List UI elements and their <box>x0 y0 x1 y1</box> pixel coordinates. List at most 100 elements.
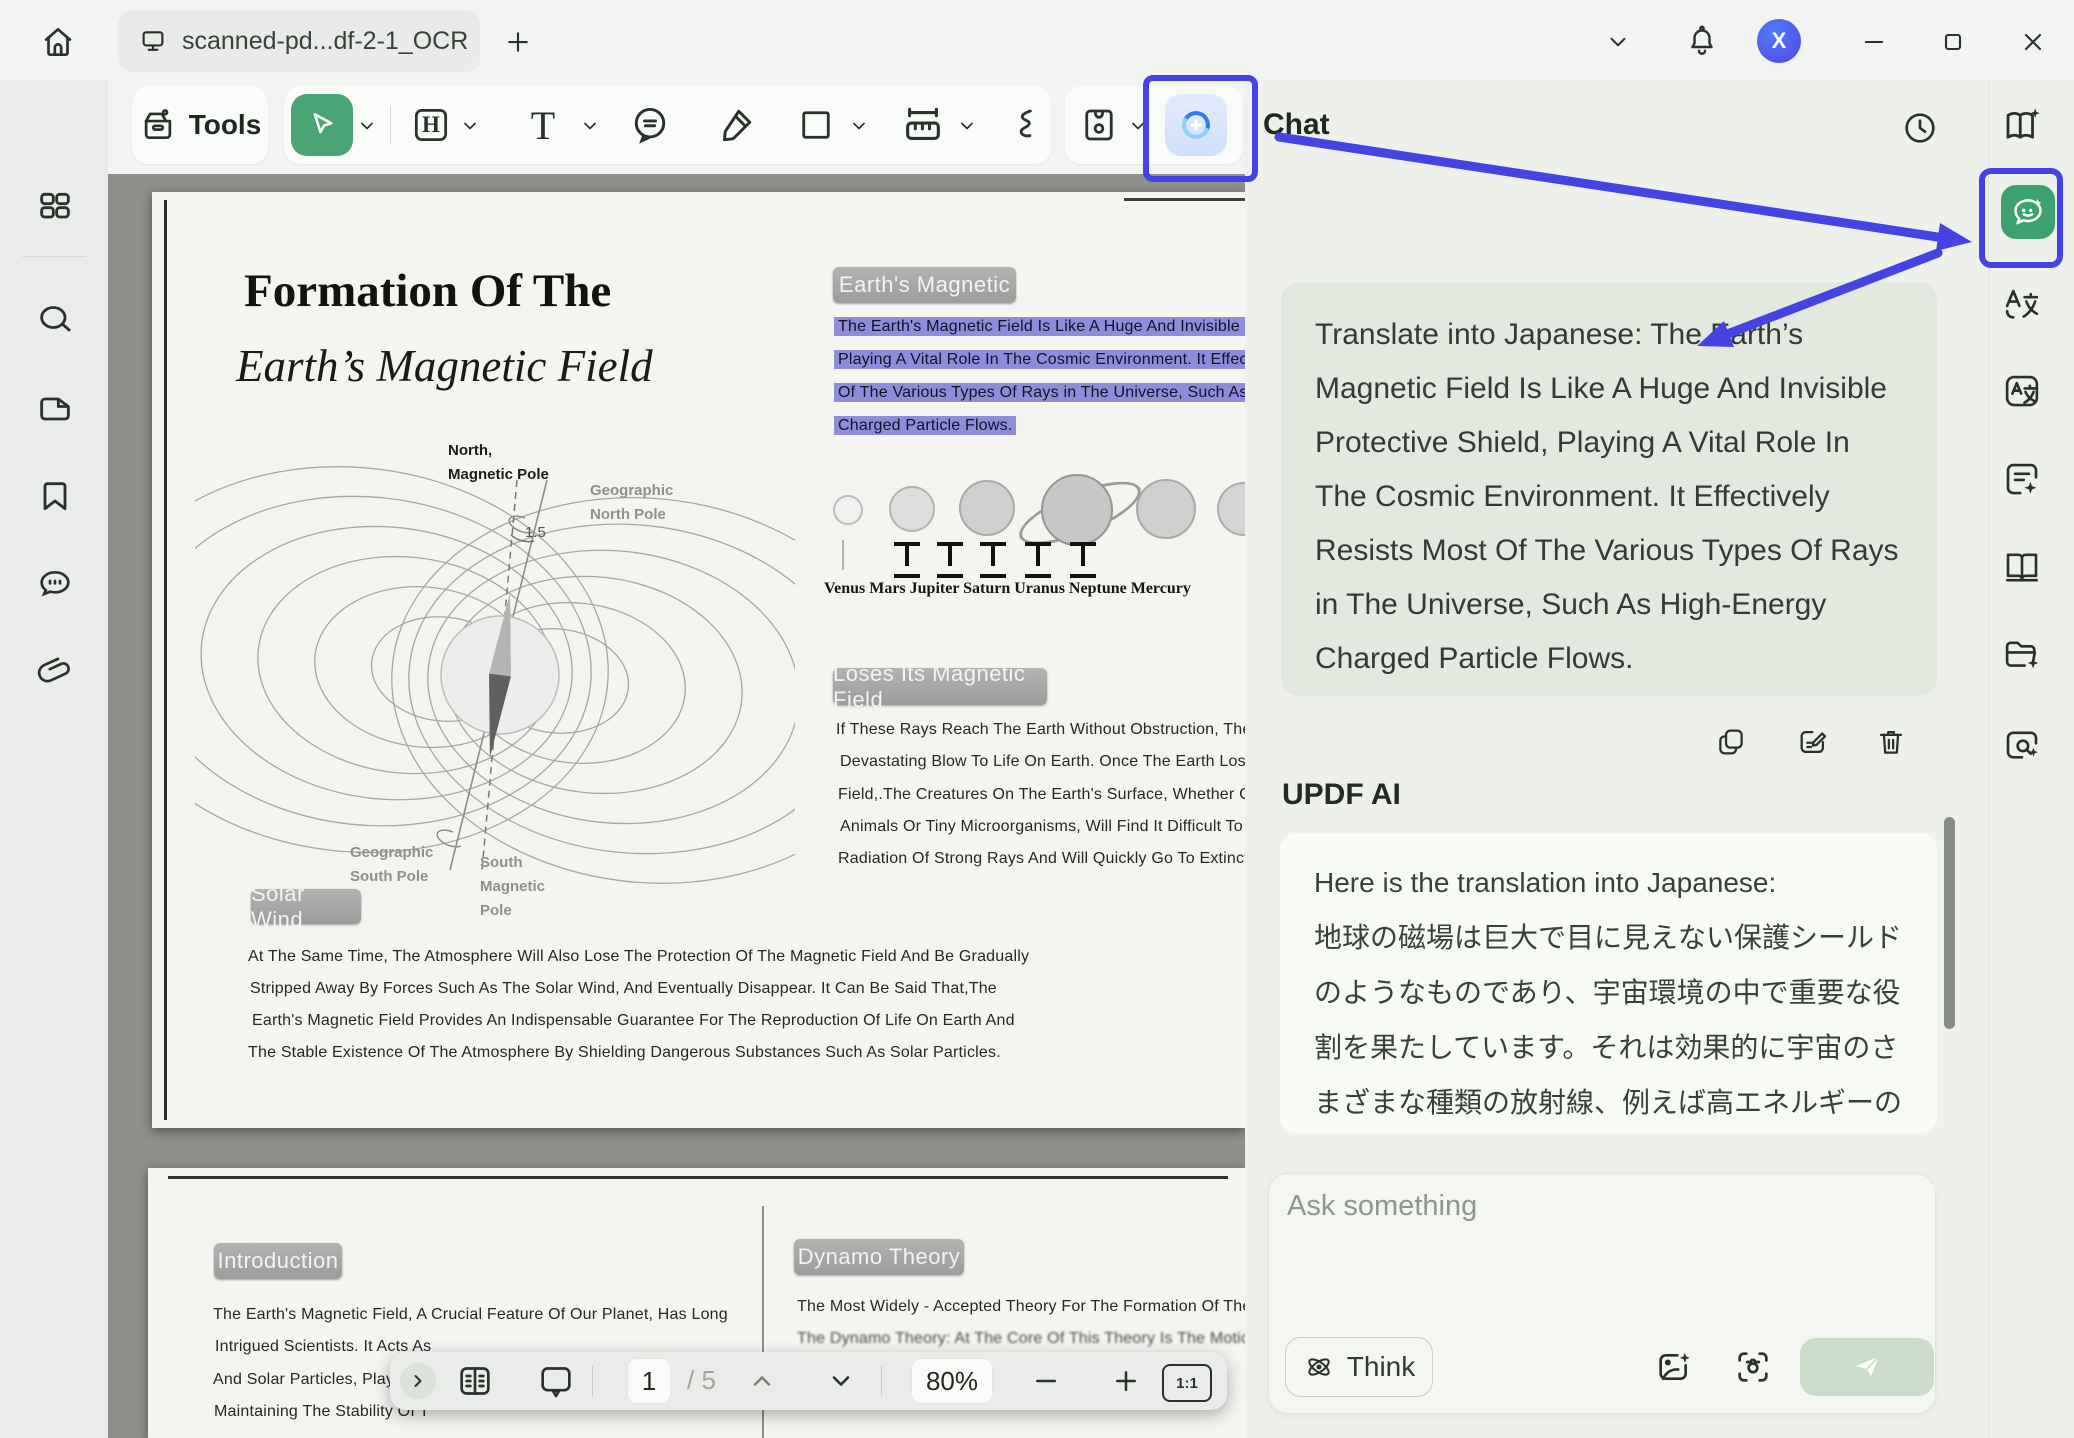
planet-uranus <box>1136 479 1196 539</box>
measure-tool-chevron-icon[interactable] <box>954 113 980 139</box>
highlighted-line[interactable]: Of The Various Types Of Rays in The Univ… <box>834 384 1245 402</box>
close-button[interactable] <box>2011 22 2055 62</box>
text-tool-button[interactable]: T <box>519 101 567 149</box>
highlighted-line[interactable]: Playing A Vital Role In The Cosmic Envir… <box>834 351 1245 369</box>
ai-japanese-line: のようなものであり、宇宙環境の中で重要な役 <box>1314 965 1903 1020</box>
ai-writer-icon[interactable] <box>2000 457 2044 501</box>
two-page-view-icon[interactable] <box>453 1359 497 1403</box>
think-mode-button[interactable]: Think <box>1285 1337 1433 1397</box>
presentation-mode-icon[interactable] <box>534 1359 578 1403</box>
ai-folder-icon[interactable] <box>2000 633 2044 677</box>
sidebar-attachment-icon[interactable] <box>33 650 77 694</box>
send-button[interactable] <box>1800 1338 1934 1396</box>
diagram-label-north-2: Magnetic Pole <box>448 466 549 483</box>
document-viewport[interactable]: Formation Of The Earth’s Magnetic Field <box>108 174 1245 1438</box>
open-book-icon[interactable] <box>2000 545 2044 589</box>
maximize-button[interactable] <box>1931 22 1975 62</box>
sidebar-bookmark-icon[interactable] <box>33 475 77 519</box>
sidebar-comments-icon[interactable] <box>33 562 77 606</box>
doc-text-line: The Earth's Magnetic Field, A Crucial Fe… <box>213 1306 728 1324</box>
document-tab-icon <box>138 26 168 56</box>
stamp-tool-button[interactable] <box>1075 101 1123 149</box>
diagram-label-geos-2: South Pole <box>350 868 428 885</box>
pager-collapse-button[interactable] <box>400 1363 436 1399</box>
copy-message-icon[interactable] <box>1711 722 1751 762</box>
think-mode-label: Think <box>1347 1351 1415 1383</box>
section-chip-dynamo-theory: Dynamo Theory <box>794 1239 964 1275</box>
sidebar-divider <box>22 256 86 257</box>
previous-page-chevron-icon[interactable] <box>742 1361 782 1401</box>
diagram-label-geon-1: Geographic <box>590 482 673 499</box>
ai-japanese-line: 地球の磁場は巨大で目に見えない保護シールド <box>1314 910 1903 965</box>
document-tab[interactable]: scanned-pd...df-2-1_OCR <box>118 10 480 72</box>
doc-text-line: The Dynamo Theory: At The Core Of This T… <box>797 1330 1245 1348</box>
home-button[interactable] <box>36 20 80 64</box>
planet-venus <box>833 495 863 525</box>
measure-tool-button[interactable] <box>899 101 947 149</box>
toolbox-icon <box>139 106 177 144</box>
ai-search-icon[interactable] <box>2000 723 2044 767</box>
section-chip-label: Introduction <box>218 1248 339 1274</box>
heading-tool-chevron-icon[interactable] <box>457 113 483 139</box>
highlighted-line[interactable]: Charged Particle Flows. <box>834 417 1016 435</box>
chat-input[interactable] <box>1285 1188 1909 1302</box>
annotation-box-ai-chat-tab <box>1979 168 2063 268</box>
screenshot-icon[interactable] <box>1732 1346 1774 1388</box>
zoom-out-button[interactable] <box>1026 1361 1066 1401</box>
sidebar-grid-icon[interactable] <box>33 184 77 228</box>
heading-tool-button[interactable]: H <box>409 103 453 147</box>
edit-message-icon[interactable] <box>1793 722 1833 762</box>
document-tab-title: scanned-pd...df-2-1_OCR <box>182 27 468 56</box>
planets-caption: Venus Mars Jupiter Saturn Uranus Neptune… <box>824 580 1191 598</box>
next-page-chevron-icon[interactable] <box>821 1361 861 1401</box>
user-message-bubble: Translate into Japanese: The Earth’s Mag… <box>1281 282 1937 696</box>
atom-icon <box>1303 1351 1335 1383</box>
text-glyph: T <box>531 102 555 149</box>
chat-panel: Chat Translate into Japanese: The Earth’… <box>1245 80 1988 1438</box>
section-chip-loses-field: Loses Its Magnetic Field <box>833 668 1047 705</box>
comment-tool-button[interactable] <box>626 101 674 149</box>
shape-tool-chevron-icon[interactable] <box>846 113 872 139</box>
new-tab-button[interactable] <box>498 22 538 62</box>
tools-button[interactable]: Tools <box>132 86 268 164</box>
diagram-label-sm-2: Magnetic <box>480 878 545 895</box>
page-number-input[interactable]: 1 <box>627 1358 671 1404</box>
signature-tool-button[interactable] <box>1002 101 1050 149</box>
planet-tick-2 <box>937 542 963 578</box>
diagram-label-sm-1: South <box>480 854 523 871</box>
select-tool-chevron-icon[interactable] <box>354 113 380 139</box>
zoom-level-input[interactable]: 80% <box>911 1358 993 1404</box>
sidebar-pages-icon[interactable] <box>33 387 77 431</box>
right-sidebar <box>1988 80 2074 1438</box>
ai-sender-name: UPDF AI <box>1282 778 1401 812</box>
doc-text-line: Field,.The Creatures On The Earth's Surf… <box>838 786 1245 804</box>
heading-glyph: H <box>422 112 440 138</box>
doc-title-line2: Earth’s Magnetic Field <box>236 340 653 392</box>
delete-message-icon[interactable] <box>1871 722 1911 762</box>
annotation-box-ai-toolbar <box>1143 75 1258 182</box>
highlighted-line[interactable]: The Earth's Magnetic Field Is Like A Hug… <box>834 318 1245 336</box>
zoom-in-button[interactable] <box>1106 1361 1146 1401</box>
chat-scrollbar[interactable] <box>1944 817 1955 1029</box>
titlebar-chevron-down-icon[interactable] <box>1600 24 1636 60</box>
doc-text-line: Devastating Blow To Life On Earth. Once … <box>840 753 1245 771</box>
planet-tick-3 <box>980 542 1006 578</box>
doc-text-line: Earth's Magnetic Field Provides An Indis… <box>252 1012 1015 1030</box>
diagram-label-angle: 1.5 <box>525 524 546 541</box>
text-tool-chevron-icon[interactable] <box>577 113 603 139</box>
translate-text-icon[interactable] <box>2000 283 2044 327</box>
actual-size-button[interactable]: 1:1 <box>1162 1364 1212 1402</box>
planet-jupiter <box>959 480 1015 536</box>
minimize-button[interactable] <box>1852 22 1896 62</box>
select-tool-button[interactable] <box>291 94 353 156</box>
translate-page-icon[interactable] <box>2000 369 2044 413</box>
ai-read-book-icon[interactable] <box>2000 103 2044 147</box>
chat-history-icon[interactable] <box>1898 106 1942 150</box>
highlighter-tool-button[interactable] <box>712 101 760 149</box>
sidebar-search-icon[interactable] <box>33 298 77 342</box>
send-icon <box>1850 1350 1884 1384</box>
notifications-bell-icon[interactable] <box>1681 18 1723 64</box>
shape-tool-button[interactable] <box>792 101 840 149</box>
insert-image-icon[interactable] <box>1653 1346 1695 1388</box>
user-avatar[interactable]: X <box>1757 19 1801 63</box>
